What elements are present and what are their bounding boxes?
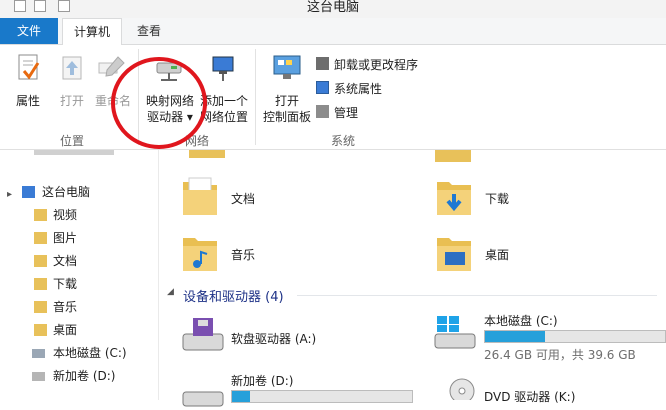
c-drive-icon: [32, 349, 45, 358]
nav-pictures-label: 图片: [53, 231, 78, 245]
nav-scrolled-item: [34, 150, 114, 155]
open-icon: [62, 56, 82, 80]
open-button[interactable]: 打开: [54, 51, 90, 121]
drive-floppy-label: 软盘驱动器 (A:): [231, 332, 317, 346]
folder-desktop-label: 桌面: [485, 248, 510, 262]
uninstall-icon: [316, 57, 329, 70]
desktop-folder-icon: [437, 238, 471, 271]
uninstall-program-button[interactable]: 卸载或更改程序: [316, 55, 426, 73]
nav-this-pc-label: 这台电脑: [42, 185, 91, 199]
drive-d-usage-fill: [232, 391, 250, 402]
ribbon-tabs: 文件 计算机 查看: [0, 18, 666, 46]
drive-c-free-space: 26.4 GB 可用，共 39.6 GB: [484, 348, 636, 362]
devices-section-title: 设备和驱动器 (4): [183, 290, 284, 305]
tab-file[interactable]: 文件: [0, 18, 58, 44]
drive-icon: [182, 391, 224, 407]
system-properties-button[interactable]: 系统属性: [316, 79, 426, 97]
drive-d[interactable]: 新加卷 (D:): [179, 370, 413, 407]
documents-folder-icon: [183, 177, 217, 215]
nav-desktop-label: 桌面: [53, 323, 78, 337]
control-panel-icon: [273, 55, 301, 79]
tab-computer[interactable]: 计算机: [62, 18, 122, 46]
properties-icon: [18, 54, 40, 80]
drive-dvd[interactable]: DVD 驱动器 (K:): [431, 376, 661, 404]
downloads-folder-icon: [34, 278, 47, 290]
nav-music-label: 音乐: [53, 300, 78, 314]
folder-music[interactable]: 音乐: [179, 230, 379, 276]
open-control-panel-label-line2: 控制面板: [262, 110, 311, 124]
pictures-folder-icon: [34, 232, 47, 244]
dvd-drive-icon: [449, 378, 475, 400]
expand-arrow-icon[interactable]: ▸: [7, 184, 12, 206]
nav-this-pc[interactable]: ▸ 这台电脑: [0, 181, 158, 203]
nav-d-drive[interactable]: 新加卷 (D:): [0, 365, 158, 387]
properties-button[interactable]: 属性: [10, 51, 46, 121]
ribbon-separator: [255, 49, 256, 145]
nav-pictures[interactable]: 图片: [0, 227, 158, 249]
quick-access-properties-icon[interactable]: [14, 0, 26, 12]
folder-downloads-label: 下载: [485, 192, 510, 206]
drive-c-usage-fill: [485, 331, 545, 342]
highlight-circle: [111, 57, 207, 149]
music-folder-icon: [183, 238, 217, 271]
open-label: 打开: [59, 94, 84, 108]
tab-view[interactable]: 查看: [126, 18, 172, 44]
folder-desktop[interactable]: 桌面: [433, 230, 633, 276]
nav-videos[interactable]: 视频: [0, 204, 158, 226]
nav-desktop[interactable]: 桌面: [0, 319, 158, 341]
drive-c-usage-bar: [484, 330, 666, 343]
drive-dvd-label: DVD 驱动器 (K:): [484, 390, 576, 404]
folder-music-label: 音乐: [231, 248, 256, 262]
group-system-label: 系统: [330, 134, 355, 148]
nav-music[interactable]: 音乐: [0, 296, 158, 318]
uninstall-label: 卸载或更改程序: [334, 58, 419, 72]
desktop-folder-icon: [34, 324, 47, 336]
title-bar: 这台电脑: [0, 0, 666, 18]
nav-downloads-label: 下载: [53, 277, 78, 291]
properties-label: 属性: [15, 94, 40, 108]
nav-videos-label: 视频: [53, 208, 78, 222]
section-divider: [297, 295, 657, 296]
floppy-drive-icon: [182, 318, 224, 351]
network-location-icon: [212, 56, 234, 81]
collapse-arrow-icon[interactable]: ◢: [167, 287, 174, 297]
nav-documents-label: 文档: [53, 254, 78, 268]
folder-documents[interactable]: 文档: [179, 174, 379, 220]
nav-downloads[interactable]: 下载: [0, 273, 158, 295]
d-drive-icon: [32, 372, 45, 381]
nav-d-drive-label: 新加卷 (D:): [53, 369, 116, 383]
folder-downloads[interactable]: 下载: [433, 174, 633, 220]
folder-documents-label: 文档: [231, 192, 256, 206]
system-properties-icon: [316, 81, 329, 94]
music-folder-icon: [34, 301, 47, 313]
documents-folder-icon: [34, 255, 47, 267]
quick-access-newfolder-icon[interactable]: [34, 0, 46, 12]
drive-d-label: 新加卷 (D:): [231, 374, 294, 388]
ribbon: 属性 打开 重命名 位置 映射网络 驱动器 ▾ 添加一个 网络位置 网络 打开 …: [0, 45, 666, 150]
downloads-folder-icon: [437, 182, 471, 215]
system-properties-label: 系统属性: [334, 82, 383, 96]
nav-documents[interactable]: 文档: [0, 250, 158, 272]
drive-c-label: 本地磁盘 (C:): [484, 314, 558, 328]
windows-drive-icon: [434, 316, 476, 349]
nav-c-drive[interactable]: 本地磁盘 (C:): [0, 342, 158, 364]
window-title: 这台电脑: [306, 0, 359, 15]
quick-access-dropdown-icon[interactable]: [58, 0, 70, 12]
manage-icon: [316, 105, 329, 118]
partial-folder-icon: [435, 150, 471, 162]
open-control-panel-label-line1: 打开: [274, 94, 299, 108]
partial-folder-icon: [189, 150, 225, 158]
this-pc-icon: [22, 186, 35, 198]
drive-floppy[interactable]: 软盘驱动器 (A:): [179, 314, 399, 360]
devices-section-header[interactable]: ◢ 设备和驱动器 (4): [167, 286, 657, 305]
manage-label: 管理: [334, 106, 359, 120]
drive-c[interactable]: 本地磁盘 (C:) 26.4 GB 可用，共 39.6 GB: [431, 310, 666, 366]
drive-d-usage-bar: [231, 390, 413, 403]
videos-folder-icon: [34, 209, 47, 221]
content-pane: 文档 下载 音乐 桌面 ◢ 设备和驱动器 (4) 软盘驱动器 (A:) 本地磁盘…: [159, 150, 666, 407]
open-control-panel-button[interactable]: 打开 控制面板: [260, 51, 314, 127]
nav-c-drive-label: 本地磁盘 (C:): [53, 346, 127, 360]
navigation-pane: ▸ 这台电脑 视频 图片 文档 下载 音乐 桌面 本地磁盘 (C:) 新加卷 (…: [0, 150, 158, 400]
manage-button[interactable]: 管理: [316, 103, 426, 121]
